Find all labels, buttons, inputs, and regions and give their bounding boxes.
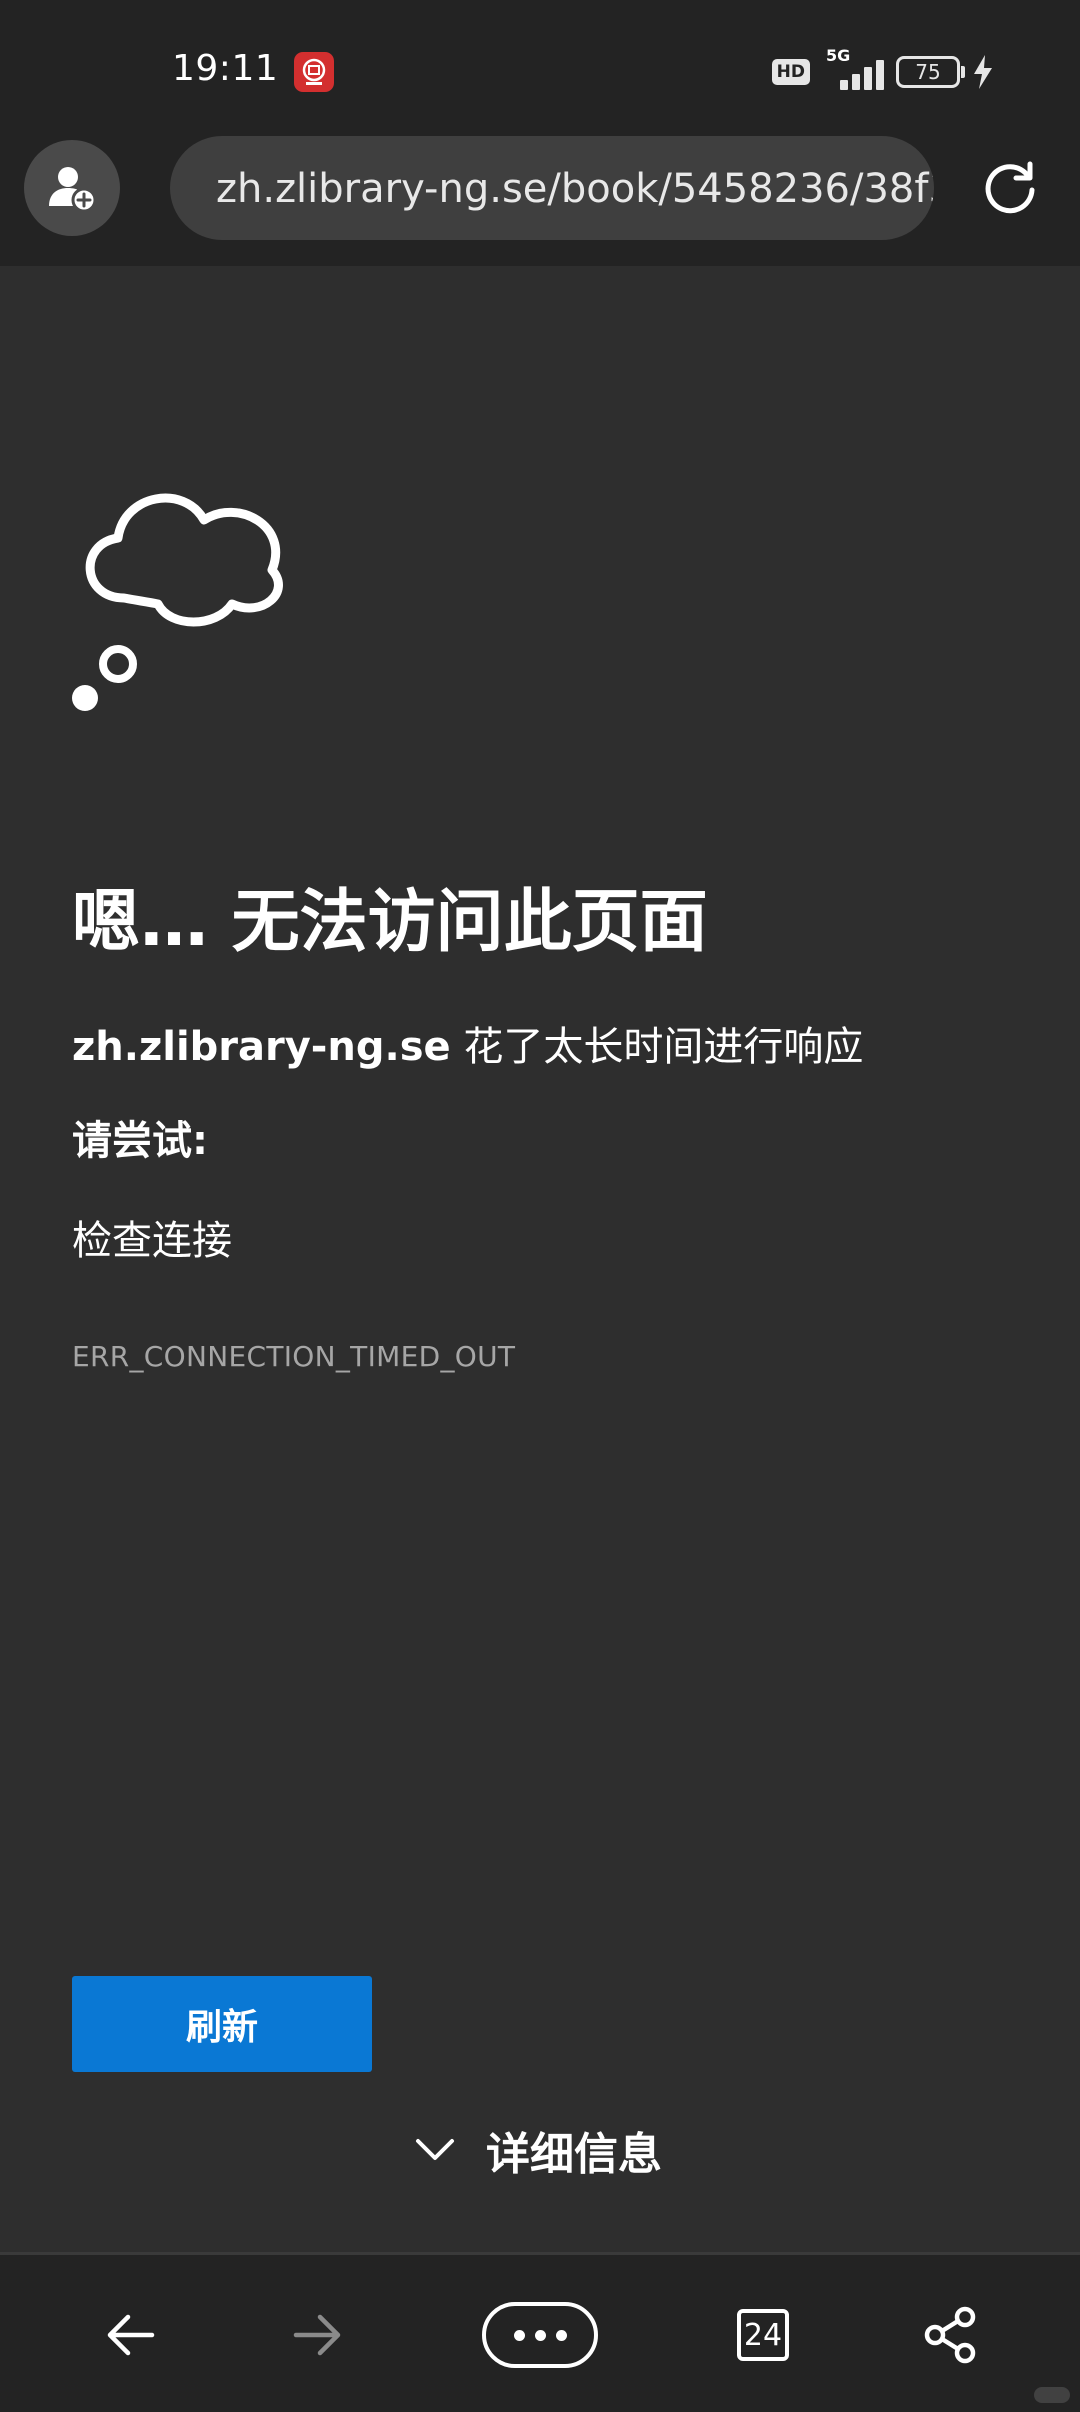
- person-add-icon: [49, 167, 97, 213]
- hd-badge: HD: [771, 59, 810, 85]
- thought-cloud-icon: [72, 493, 283, 711]
- more-icon: [482, 2302, 598, 2368]
- back-icon: [107, 2314, 155, 2356]
- details-toggle[interactable]: 详细信息: [414, 2120, 662, 2180]
- error-title: 嗯… 无法访问此页面: [72, 883, 708, 962]
- details-label: 详细信息: [486, 2129, 662, 2180]
- bottom-toolbar: 24: [0, 2252, 1080, 2412]
- address-bar[interactable]: zh.zlibrary-ng.se/book/5458236/38f3: [170, 136, 934, 240]
- error-description: zh.zlibrary-ng.se 花了太长时间进行响应: [72, 1014, 863, 1072]
- battery-icon: 75: [896, 56, 965, 88]
- tab-count: 24: [743, 2317, 783, 2353]
- top-chrome: 19:11 HD 5G 75 zh.zlibrary-ng.se/book/54…: [0, 0, 1080, 266]
- browser-screen: 19:11 HD 5G 75 zh.zlibrary-ng.se/book/54…: [0, 0, 1080, 2412]
- status-time: 19:11: [172, 48, 279, 89]
- profile-button[interactable]: [24, 140, 120, 236]
- more-button[interactable]: [480, 2295, 600, 2375]
- error-code: ERR_CONNECTION_TIMED_OUT: [72, 1340, 516, 1373]
- refresh-button[interactable]: [972, 150, 1048, 226]
- forward-button[interactable]: [282, 2295, 352, 2375]
- error-host: zh.zlibrary-ng.se: [72, 1024, 451, 1070]
- battery-level: 75: [915, 60, 941, 84]
- error-message: 花了太长时间进行响应: [450, 1024, 864, 1070]
- suggestion-item: 检查连接: [72, 1218, 232, 1264]
- share-button[interactable]: [916, 2295, 986, 2375]
- notification-app-icon: [294, 52, 334, 92]
- refresh-icon: [985, 161, 1035, 214]
- try-label: 请尝试:: [72, 1118, 208, 1164]
- tabs-button[interactable]: 24: [728, 2295, 798, 2375]
- watermark: [1034, 2387, 1070, 2403]
- signal-icon: 5G: [822, 46, 884, 94]
- back-button[interactable]: [96, 2295, 166, 2375]
- charging-bolt-icon: [974, 55, 992, 89]
- chevron-down-icon: [416, 2139, 454, 2160]
- reload-button[interactable]: 刷新: [72, 1976, 372, 2072]
- tabs-icon: 24: [737, 2309, 789, 2361]
- share-icon: [924, 2306, 976, 2364]
- status-indicators: HD 5G 75: [771, 46, 994, 94]
- forward-icon: [293, 2314, 341, 2356]
- url-text: zh.zlibrary-ng.se/book/5458236/38f3: [216, 166, 934, 212]
